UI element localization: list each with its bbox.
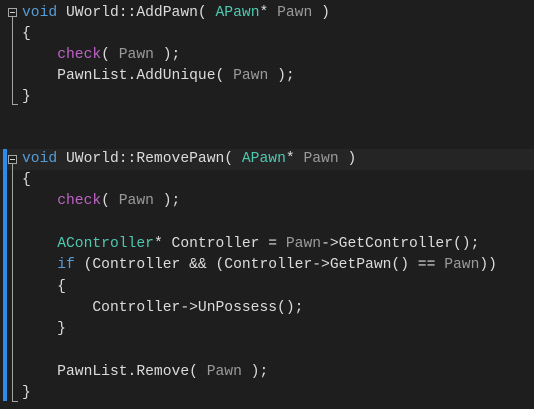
collapse-toggle-icon[interactable]: [8, 155, 17, 164]
code-line[interactable]: if (Controller && (Controller->GetPawn()…: [22, 255, 497, 276]
code-token-pa: Pawn: [206, 364, 242, 380]
code-line[interactable]: void UWorld::RemovePawn( APawn* Pawn ): [22, 149, 356, 170]
collapse-toggle-icon[interactable]: [8, 8, 17, 17]
code-token-tx: UWorld::AddPawn(: [65, 5, 216, 21]
code-token-tx: Controller->UnPossess();: [22, 300, 304, 316]
code-token-tx: );: [153, 193, 181, 209]
code-token-tx: PawnList.Remove(: [22, 364, 207, 380]
code-line[interactable]: {: [22, 170, 31, 191]
code-line[interactable]: check( Pawn );: [22, 191, 180, 212]
code-token-pa: Pawn: [277, 5, 313, 21]
code-line[interactable]: }: [22, 87, 31, 108]
code-token-kw: void: [22, 5, 66, 21]
code-line[interactable]: void UWorld::AddPawn( APawn* Pawn ): [22, 3, 330, 24]
code-token-tx: PawnList.AddUnique(: [22, 68, 234, 84]
code-token-tx: {: [22, 26, 31, 42]
code-line[interactable]: check( Pawn );: [22, 45, 180, 66]
code-token-tx: [22, 193, 57, 209]
code-line[interactable]: AController* Controller = Pawn->GetContr…: [22, 234, 479, 255]
code-line[interactable]: }: [22, 383, 31, 404]
code-line[interactable]: {: [22, 24, 31, 45]
code-token-tx: [22, 47, 57, 63]
code-line[interactable]: PawnList.AddUnique( Pawn );: [22, 66, 295, 87]
code-token-tx: * Controller =: [153, 236, 286, 252]
code-line[interactable]: PawnList.Remove( Pawn );: [22, 362, 268, 383]
code-token-tx: ): [338, 151, 357, 167]
change-indicator-bar: [3, 149, 7, 401]
code-token-tx: );: [241, 364, 269, 380]
code-token-pa: Pawn: [118, 47, 154, 63]
code-token-tx: ): [312, 5, 330, 21]
code-token-tx: {: [22, 279, 66, 295]
code-token-tx: (: [101, 47, 119, 63]
code-token-tx: )): [479, 257, 497, 273]
fold-guide-line: [12, 164, 13, 402]
code-token-tx: [22, 257, 57, 273]
code-token-ty: AController: [57, 236, 154, 252]
code-token-pa: Pawn: [233, 68, 269, 84]
code-token-tx: (Controller && (Controller->GetPawn() ==: [74, 257, 445, 273]
code-token-tx: }: [22, 321, 66, 337]
code-token-tx: {: [22, 172, 31, 188]
code-token-tx: }: [22, 89, 31, 105]
code-line[interactable]: Controller->UnPossess();: [22, 298, 303, 319]
code-token-tx: );: [268, 68, 295, 84]
code-token-pa: Pawn: [118, 193, 154, 209]
code-token-mac: check: [57, 47, 102, 63]
fold-guide-end: [12, 401, 18, 402]
fold-guide-line: [12, 17, 13, 105]
code-token-tx: ->GetController();: [321, 236, 480, 252]
code-token-kw: void: [22, 151, 66, 167]
code-token-pa: Pawn: [444, 257, 480, 273]
code-line[interactable]: }: [22, 319, 66, 340]
code-token-tx: (: [101, 193, 119, 209]
code-token-pa: Pawn: [285, 236, 322, 252]
code-token-mac: check: [57, 193, 102, 209]
code-token-tx: *: [259, 5, 278, 21]
code-line[interactable]: {: [22, 277, 66, 298]
code-token-tx: }: [22, 385, 31, 401]
code-token-pa: Pawn: [303, 151, 339, 167]
fold-guide-end: [12, 104, 18, 105]
code-token-ty: APawn: [241, 151, 286, 167]
code-token-kw: if: [57, 257, 75, 273]
code-token-tx: *: [285, 151, 304, 167]
code-token-tx: [22, 236, 57, 252]
code-token-tx: );: [153, 47, 181, 63]
code-token-tx: UWorld::RemovePawn(: [65, 151, 242, 167]
code-token-ty: APawn: [215, 5, 260, 21]
